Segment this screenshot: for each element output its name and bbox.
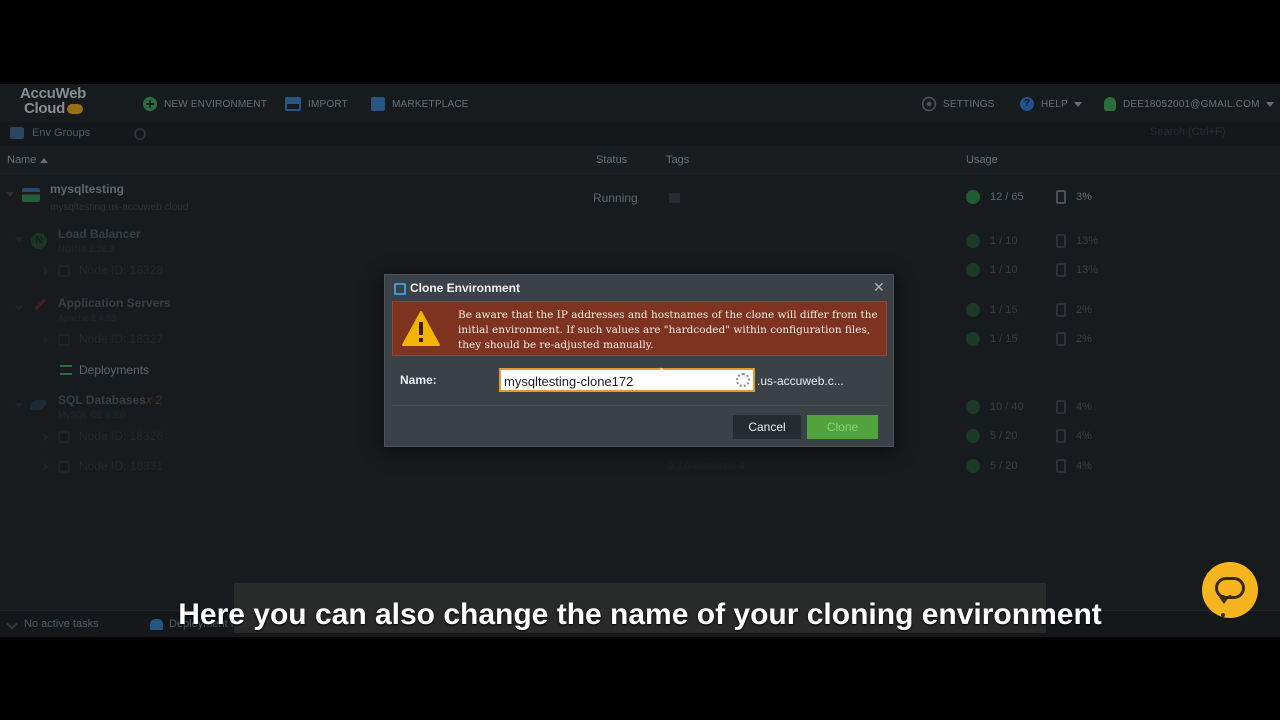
dialog-title-bar[interactable]: Clone Environment ✕	[385, 275, 893, 299]
close-icon[interactable]: ✕	[873, 279, 885, 296]
clone-environment-dialog: Clone Environment ✕ Be aware that the IP…	[384, 274, 894, 447]
warning-icon	[402, 311, 440, 346]
dialog-divider	[392, 405, 887, 406]
app-window: AccuWeb Cloud NEW ENVIRONMENT IMPORT MAR…	[0, 84, 1280, 637]
warning-text: Be aware that the IP addresses and hostn…	[458, 309, 878, 351]
dialog-title: Clone Environment	[410, 281, 521, 295]
live-chat-button[interactable]	[1202, 562, 1258, 618]
video-caption: Here you can also change the name of you…	[178, 598, 1102, 631]
clone-button[interactable]: Clone	[807, 415, 878, 439]
cancel-button[interactable]: Cancel	[733, 415, 801, 439]
window-icon	[394, 283, 406, 295]
domain-suffix: .us-accuweb.c...	[757, 374, 844, 388]
name-label: Name:	[400, 373, 437, 387]
environment-name-input[interactable]	[499, 368, 755, 392]
loading-spinner-icon	[736, 373, 750, 387]
warning-box: Be aware that the IP addresses and hostn…	[392, 301, 887, 356]
